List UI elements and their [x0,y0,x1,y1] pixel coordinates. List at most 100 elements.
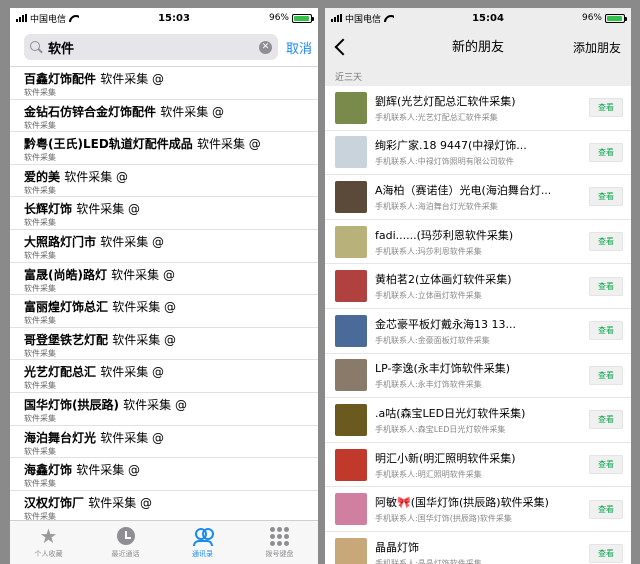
search-result-item[interactable]: 汉权灯饰厂 软件采集 @ 软件采集 [10,491,318,520]
result-subtitle: 软件采集 [24,120,56,130]
result-subtitle: 软件采集 [24,283,56,293]
search-result-item[interactable]: 富丽煌灯饰总汇 软件采集 @ 软件采集 [10,295,318,328]
friend-request-row[interactable]: LP-李逸(永丰灯饰软件采集) 手机联系人:永丰灯饰软件采集 查看 [325,354,631,399]
friend-name: 劉辉(光艺灯配总汇软件采集) [375,94,516,108]
result-subtitle: 软件采集 [24,218,56,228]
friend-name: 黄柏茗2(立体画灯软件采集) [375,273,512,287]
result-suffix: 软件采集 @ [112,300,177,315]
view-button[interactable]: 查看 [589,455,623,475]
avatar[interactable] [335,537,367,564]
avatar[interactable] [335,403,367,436]
section-header: 近三天 [325,66,631,86]
friend-source: 手机联系人:中禄灯饰照明有限公司软件 [375,157,514,167]
result-subtitle: 软件采集 [24,381,56,391]
result-name: 国华灯饰(拱辰路) [24,397,119,412]
search-results-list[interactable]: 百鑫灯饰配件 软件采集 @ 软件采集 金钻石仿锌合金灯饰配件 软件采集 @ 软件采集黔… [10,66,318,520]
status-bar: 中国电信 15:04 96% [325,8,631,28]
search-input[interactable]: 软件 ✕ [24,34,278,60]
result-subtitle: 软件采集 [24,250,56,260]
view-button[interactable]: 查看 [589,187,623,207]
friend-request-row[interactable]: 晶晶灯饰 手机联系人:晶晶灯饰软件采集 查看 [325,532,631,564]
friend-source: 手机联系人:金豪面板灯软件采集 [375,335,490,345]
result-title: 百鑫灯饰配件 软件采集 @ [24,70,304,87]
contacts-icon [192,526,214,546]
friend-request-row[interactable]: 劉辉(光艺灯配总汇软件采集) 手机联系人:光艺灯配总汇软件采集 查看 [325,86,631,131]
result-subtitle: 软件采集 [24,153,56,163]
avatar[interactable] [335,493,367,526]
avatar[interactable] [335,314,367,347]
search-result-item[interactable]: 长辉灯饰 软件采集 @ 软件采集 [10,197,318,230]
friend-request-row[interactable]: .a咕(森宝LED日光灯软件采集) 手机联系人:森宝LED日光灯软件采集 查看 [325,398,631,443]
result-name: 富晟(尚皓)路灯 [24,267,107,282]
avatar[interactable] [335,270,367,303]
search-result-item[interactable]: 海泊舞台灯光 软件采集 @ 软件采集 [10,426,318,459]
add-friend-button[interactable]: 添加朋友 [573,39,621,56]
friend-name: 阿敏🎀(国华灯饰(拱辰路)软件采集) [375,496,549,510]
view-button[interactable]: 查看 [589,365,623,385]
search-result-item[interactable]: 光艺灯配总汇 软件采集 @ 软件采集 [10,360,318,393]
friend-text: 晶晶灯饰 手机联系人:晶晶灯饰软件采集 [375,539,581,564]
result-name: 爱的美 [24,169,61,184]
avatar[interactable] [335,180,367,213]
nav-bar: 添加朋友 [325,28,631,66]
friend-request-row[interactable]: 黄柏茗2(立体画灯软件采集) 手机联系人:立体画灯软件采集 查看 [325,264,631,309]
avatar[interactable] [335,225,367,258]
friend-request-row[interactable]: 阿敏🎀(国华灯饰(拱辰路)软件采集) 手机联系人:国华灯饰(拱辰路)软件采集 查看 [325,487,631,532]
wifi-icon [69,14,79,22]
view-button[interactable]: 查看 [589,232,623,252]
tab-contacts[interactable]: 通讯录 [164,521,241,564]
view-button[interactable]: 查看 [589,276,623,296]
friend-source: 手机联系人:明汇照明软件采集 [375,469,482,479]
status-bar: 中国电信 15:03 96% [10,8,318,28]
avatar[interactable] [335,359,367,392]
result-name: 金钻石仿锌合金灯饰配件 [24,104,157,119]
result-suffix: 软件采集 @ [100,365,165,380]
search-result-item[interactable]: 百鑫灯饰配件 软件采集 @ 软件采集 [10,67,318,100]
search-result-item[interactable]: 爱的美 软件采集 @ 软件采集 [10,165,318,198]
friend-name: A海柏（赛诺佳）光电(海泊舞台灯... [375,183,552,197]
result-subtitle: 软件采集 [24,185,56,195]
view-button[interactable]: 查看 [589,98,623,118]
friend-request-row[interactable]: 绚彩广家.18 9447(中禄灯饰... 手机联系人:中禄灯饰照明有限公司软件 查看 [325,131,631,176]
search-result-item[interactable]: 富晟(尚皓)路灯 软件采集 @ 软件采集 [10,263,318,296]
search-result-item[interactable]: 国华灯饰(拱辰路) 软件采集 @ 软件采集 [10,393,318,426]
search-result-item[interactable]: 大照路灯门市 软件采集 @ 软件采集 [10,230,318,263]
search-result-item[interactable]: 海鑫灯饰 软件采集 @ 软件采集 [10,458,318,491]
result-title: 金钻石仿锌合金灯饰配件 软件采集 @ [24,103,304,120]
friend-name: 明汇小新(明汇照明软件采集) [375,451,516,465]
friend-request-row[interactable]: A海柏（赛诺佳）光电(海泊舞台灯... 手机联系人:海泊舞台灯光软件采集 查看 [325,175,631,220]
tab-favorites[interactable]: ★ 个人收藏 [10,521,87,564]
avatar[interactable] [335,91,367,124]
view-button[interactable]: 查看 [589,544,623,564]
result-subtitle: 软件采集 [24,316,56,326]
result-suffix: 软件采集 @ [196,137,261,152]
view-button[interactable]: 查看 [589,142,623,162]
search-result-item[interactable]: 黔粤(王氏)LED轨道灯配件成品 软件采集 @ 软件采集 [10,132,318,165]
friend-source: 手机联系人:光艺灯配总汇软件采集 [375,112,498,122]
tab-recents[interactable]: 最近通话 [87,521,164,564]
avatar[interactable] [335,448,367,481]
view-button[interactable]: 查看 [589,410,623,430]
friend-request-row[interactable]: fadi......(玛莎利恩软件采集) 手机联系人:玛莎利恩软件采集 查看 [325,220,631,265]
search-query[interactable]: 软件 [48,38,253,57]
view-button[interactable]: 查看 [589,321,623,341]
result-subtitle: 软件采集 [24,479,56,489]
avatar[interactable] [335,136,367,169]
result-suffix: 软件采集 @ [76,463,141,478]
search-result-item[interactable]: 哥登堡铁艺灯配 软件采集 @ 软件采集 [10,328,318,361]
friend-request-row[interactable]: 金芯豪平板灯戴永海13 13... 手机联系人:金豪面板灯软件采集 查看 [325,309,631,354]
result-name: 富丽煌灯饰总汇 [24,300,109,315]
cancel-button[interactable]: 取消 [286,38,312,57]
friend-request-row[interactable]: 明汇小新(明汇照明软件采集) 手机联系人:明汇照明软件采集 查看 [325,443,631,488]
battery-icon [292,13,314,23]
friend-name: 绚彩广家.18 9447(中禄灯饰... [375,139,527,153]
clear-icon[interactable]: ✕ [258,40,272,54]
friend-source: 手机联系人:森宝LED日光灯软件采集 [375,424,506,434]
back-arrow-icon[interactable] [334,38,352,56]
friend-name: .a咕(森宝LED日光灯软件采集) [375,406,526,420]
tab-bar: ★ 个人收藏 最近通话 通讯录 拨号键盘 [10,520,318,564]
search-result-item[interactable]: 金钻石仿锌合金灯饰配件 软件采集 @ 软件采集 [10,100,318,133]
tab-keypad[interactable]: 拨号键盘 [241,521,318,564]
friend-text: fadi......(玛莎利恩软件采集) 手机联系人:玛莎利恩软件采集 [375,227,581,257]
view-button[interactable]: 查看 [589,499,623,519]
